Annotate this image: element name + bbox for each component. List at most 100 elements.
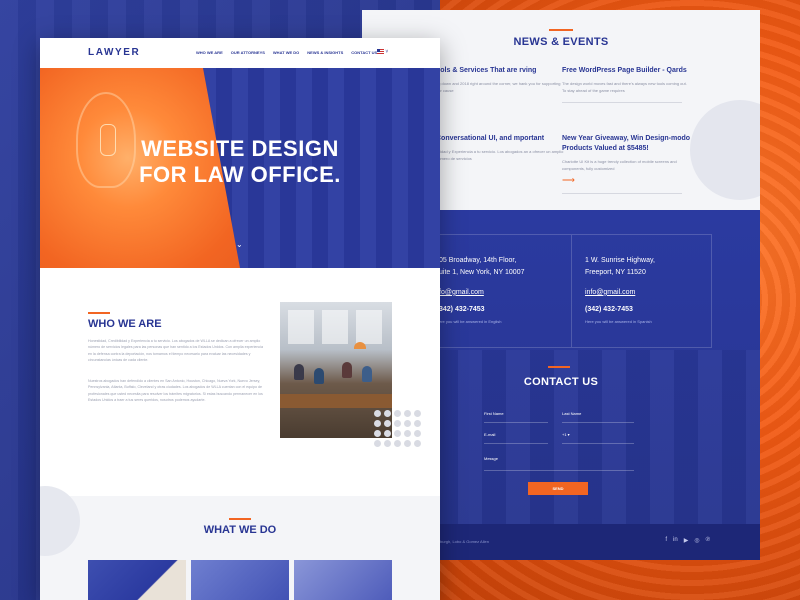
office-newyork: 05 Broadway, 14th Floor, uite 1, New Yor…	[439, 255, 524, 324]
office-address-line2: uite 1, New York, NY 10007	[439, 268, 525, 276]
what-we-do-section: WHAT WE DO	[40, 486, 440, 600]
news-item[interactable]: New Year Giveaway, Win Design-modo Produ…	[562, 134, 692, 195]
decorative-dot	[394, 410, 401, 417]
person-shape	[294, 364, 304, 380]
person-shape	[314, 368, 324, 384]
offices-box: 05 Broadway, 14th Floor, uite 1, New Yor…	[438, 234, 712, 348]
decorative-circle	[40, 486, 80, 556]
divider	[562, 101, 682, 103]
news-item-text: Charlotte UI Kit is a huge trendy collec…	[562, 159, 677, 171]
office-note: ere you will be answered in English	[439, 318, 502, 324]
section-accent-line	[548, 366, 570, 368]
first-name-label: First Name	[484, 411, 504, 416]
nav-link-what-we-do[interactable]: WHAT WE DO	[273, 50, 299, 55]
offices-divider	[571, 235, 572, 347]
what-we-do-title: WHAT WE DO	[203, 524, 277, 536]
decorative-dot	[414, 420, 421, 427]
decorative-dot	[404, 430, 411, 437]
youtube-icon[interactable]: ▶	[684, 537, 689, 544]
office-address-line1: 1 W. Sunrise Highway,	[585, 257, 655, 264]
news-item-title[interactable]: Free WordPress Page Builder - Qards	[562, 66, 692, 76]
facebook-icon[interactable]: f	[665, 537, 667, 544]
pinterest-icon[interactable]: ℗	[706, 537, 710, 544]
who-we-are-paragraph: Honestidad, Credibilidad y Experiencia a…	[88, 339, 263, 362]
last-name-field[interactable]	[562, 422, 634, 423]
divider	[562, 193, 682, 195]
decorative-dot	[414, 440, 421, 447]
language-selector[interactable]: ˅	[377, 49, 388, 55]
arrow-right-icon[interactable]: ⟶	[562, 176, 692, 185]
decorative-dot	[394, 420, 401, 427]
linkedin-icon[interactable]: in	[673, 537, 678, 544]
who-we-are-section: WHO WE ARE Honestidad, Credibilidad y Ex…	[40, 268, 440, 503]
decorative-dot	[414, 410, 421, 417]
decorative-dot	[404, 420, 411, 427]
office-address-line1: 05 Broadway, 14th Floor,	[439, 257, 517, 264]
person-shape	[362, 366, 372, 382]
office-email-link[interactable]: fo@gmail.com	[439, 289, 524, 296]
last-name-label: Last Name	[562, 411, 582, 416]
decorative-dot	[384, 430, 391, 437]
decorative-dot	[374, 430, 381, 437]
phone-field[interactable]	[562, 443, 634, 444]
office-note: Here you will be answered in Spanish	[585, 318, 652, 324]
hero-section: WEBSITE DESIGN FOR LAW OFFICE. ⌄	[40, 68, 440, 268]
decorative-dot	[374, 440, 381, 447]
scroll-down-chevron-icon[interactable]: ⌄	[236, 240, 243, 249]
service-card[interactable]	[191, 560, 289, 600]
instagram-icon[interactable]: ◎	[694, 537, 699, 544]
news-item-text: bilidad y Experiencia a tu servicio. Los…	[436, 149, 564, 161]
office-address-line2: Freeport, NY 11520	[585, 268, 646, 276]
news-item[interactable]: Free WordPress Page Builder - Qards The …	[562, 66, 692, 103]
news-item-title[interactable]: ools & Services That are rving	[436, 66, 566, 76]
nav-link-news-insights[interactable]: NEWS & INSIGHTS	[307, 50, 343, 55]
front-page-mockup: LAWYER WHO WE ARE OUR ATTORNEYS WHAT WE …	[40, 38, 440, 600]
decorative-dot	[384, 440, 391, 447]
who-we-are-paragraph: Nuestros abogados han defendido a client…	[88, 379, 263, 402]
chevron-down-icon: ˅	[385, 49, 389, 55]
news-item-title[interactable]: Conversational UI, and mportant	[436, 134, 566, 144]
lamp-shape	[354, 342, 366, 349]
news-item[interactable]: Conversational UI, and mportant bilidad …	[436, 134, 566, 162]
site-header: LAWYER WHO WE ARE OUR ATTORNEYS WHAT WE …	[40, 38, 440, 68]
window-shape	[356, 310, 382, 344]
decorative-dot	[374, 420, 381, 427]
who-we-are-title: WHO WE ARE	[88, 318, 162, 330]
office-email-link[interactable]: info@gmail.com	[585, 289, 655, 296]
news-item[interactable]: ools & Services That are rving ng down a…	[436, 66, 566, 94]
main-nav: WHO WE ARE OUR ATTORNEYS WHAT WE DO NEWS…	[196, 50, 377, 55]
service-card[interactable]	[88, 560, 186, 600]
nav-link-our-attorneys[interactable]: OUR ATTORNEYS	[231, 50, 265, 55]
office-phone[interactable]: (342) 432-7453	[585, 306, 655, 313]
decorative-dot	[394, 440, 401, 447]
desk-shape	[280, 394, 392, 408]
footer-copyright: burgh, Lobo & Gomez Allen	[440, 539, 489, 544]
social-links: f in ▶ ◎ ℗	[665, 537, 710, 544]
decorative-dot	[404, 410, 411, 417]
phone-code-select[interactable]: +1 ▾	[562, 432, 570, 437]
message-field[interactable]	[484, 470, 634, 471]
us-flag-icon	[377, 49, 384, 55]
decorative-dot	[404, 440, 411, 447]
office-phone[interactable]: 342) 432-7453	[439, 306, 524, 313]
decorative-circle	[690, 100, 760, 200]
service-card[interactable]	[294, 560, 392, 600]
email-label: E-mail	[484, 432, 496, 437]
decorative-dots	[374, 410, 421, 447]
first-name-field[interactable]	[484, 422, 548, 423]
message-label: Messge	[484, 456, 499, 461]
news-item-title[interactable]: New Year Giveaway, Win Design-modo Produ…	[562, 134, 692, 154]
email-field[interactable]	[484, 443, 548, 444]
decorative-dot	[374, 410, 381, 417]
send-button[interactable]: SEND	[528, 482, 588, 495]
nav-link-who-we-are[interactable]: WHO WE ARE	[196, 50, 223, 55]
window-shape	[288, 310, 314, 344]
decorative-dot	[384, 410, 391, 417]
decorative-dot	[414, 430, 421, 437]
section-accent-line	[229, 518, 251, 520]
decorative-dot	[384, 420, 391, 427]
site-logo[interactable]: LAWYER	[88, 47, 140, 58]
hero-title-line2: FOR LAW OFFICE.	[139, 162, 341, 188]
nav-link-contact-us[interactable]: CONTACT US	[351, 50, 377, 55]
section-accent-line	[88, 312, 110, 314]
